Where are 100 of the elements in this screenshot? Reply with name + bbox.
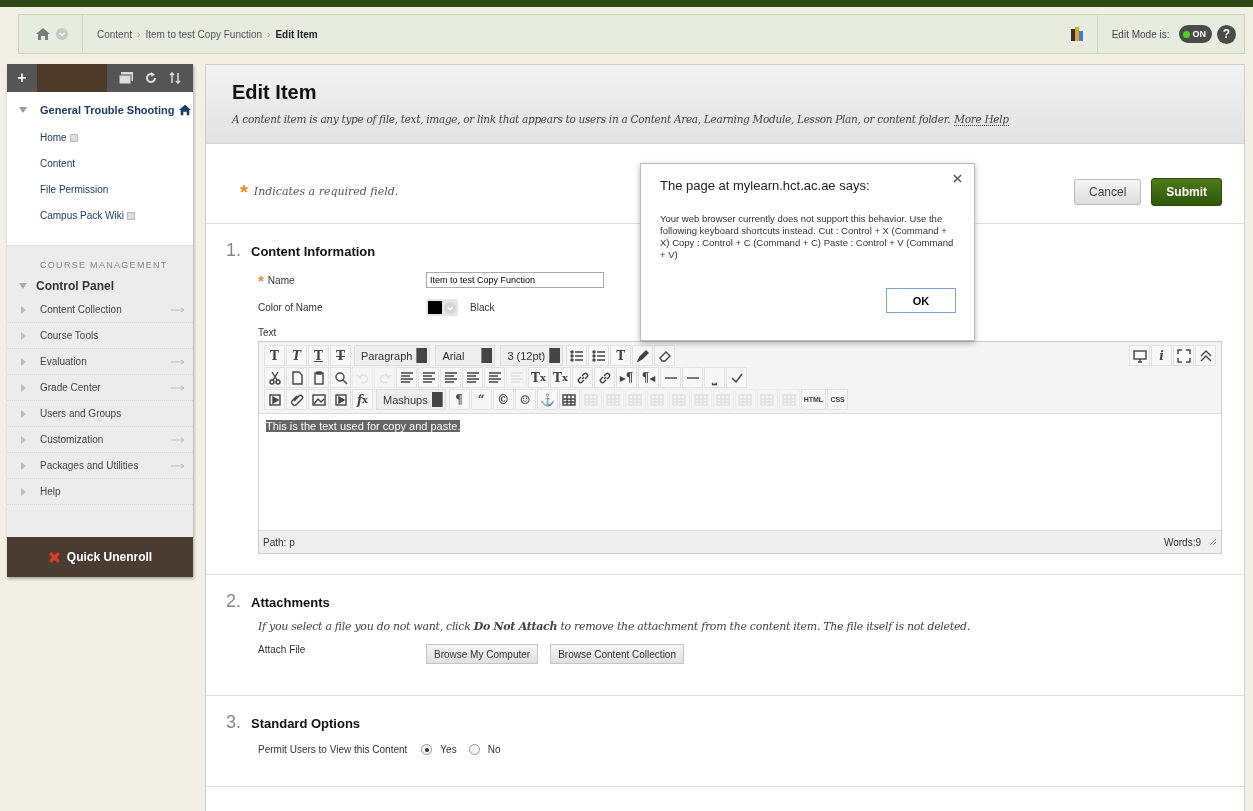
close-icon <box>47 550 61 564</box>
window-icon[interactable] <box>119 72 133 84</box>
dropdown-select[interactable]: Arial <box>435 345 496 366</box>
breadcrumb-link[interactable]: Item to test Copy Function <box>145 28 263 40</box>
format-button[interactable]: “ <box>470 389 492 410</box>
toolbar-button[interactable] <box>418 367 439 388</box>
toolbar-button[interactable] <box>682 367 703 388</box>
word-count: Words:9 <box>1163 536 1201 548</box>
format-button[interactable]: ⎵ <box>704 367 725 388</box>
lines-icon <box>487 370 502 385</box>
course-menu-link[interactable]: File Permission <box>40 184 109 195</box>
section-title: Standard Options <box>251 716 361 731</box>
toolbar-button[interactable] <box>286 389 307 410</box>
control-panel-link[interactable]: Users and Groups <box>40 408 185 419</box>
toolbar-button[interactable] <box>1195 345 1216 366</box>
toolbar-button[interactable] <box>484 367 505 388</box>
toolbar-button[interactable] <box>264 367 285 388</box>
resize-handle-icon[interactable] <box>1209 538 1217 546</box>
format-button[interactable]: ☺ <box>514 389 536 410</box>
attachment-note: If you select a file you do not want, click Do Not Attach to remove the attachment from the content item. The file itself is not deleted. <box>257 620 972 633</box>
ok-button[interactable]: OK <box>886 288 956 313</box>
radio-button[interactable] <box>468 744 480 755</box>
radio-label: No <box>487 744 501 755</box>
color-picker[interactable] <box>426 299 458 316</box>
toolbar-button[interactable] <box>654 345 676 366</box>
toolbar-button[interactable] <box>594 367 615 388</box>
toolbar-button[interactable] <box>286 367 307 388</box>
course-title[interactable]: General Trouble Shooting <box>40 104 175 116</box>
toolbar-button[interactable] <box>462 367 483 388</box>
browse-button[interactable]: Browse My Computer <box>426 644 539 664</box>
toolbar-button[interactable] <box>308 367 329 388</box>
toolbar-button[interactable] <box>440 367 461 388</box>
toolbar-button[interactable] <box>726 367 747 388</box>
toolbar-button[interactable] <box>572 367 593 388</box>
toolbar-button[interactable] <box>566 345 588 366</box>
toolbar-button[interactable] <box>308 389 329 410</box>
control-panel-link[interactable]: Grade Center <box>40 382 171 393</box>
page-title: Edit Item <box>232 81 318 104</box>
dropdown-select[interactable]: Paragraph <box>354 345 431 366</box>
toolbar-button[interactable] <box>632 345 654 366</box>
toolbar-button[interactable] <box>660 367 681 388</box>
sort-icon[interactable] <box>169 72 181 84</box>
close-icon[interactable] <box>953 174 962 183</box>
format-button[interactable]: ¶ <box>448 389 470 410</box>
quick-unenroll-button[interactable]: Quick Unenroll <box>7 537 193 577</box>
control-panel-link[interactable]: Customization <box>40 434 171 445</box>
control-panel-link[interactable]: Evaluation <box>40 356 171 367</box>
more-help-link[interactable]: More Help <box>954 113 1009 126</box>
course-menu-link[interactable]: Home <box>40 132 67 143</box>
field-label: Attach File <box>258 644 306 655</box>
refresh-icon[interactable] <box>145 72 157 84</box>
toolbar-button[interactable] <box>1129 345 1150 366</box>
format-button[interactable]: T <box>308 345 329 366</box>
toolbar-button[interactable] <box>1173 345 1194 366</box>
home-icon[interactable] <box>35 27 51 41</box>
radio-label: Yes <box>440 744 457 755</box>
control-panel-link[interactable]: Packages and Utilities <box>40 460 171 471</box>
toolbar-button[interactable] <box>264 389 285 410</box>
toolbar-button[interactable] <box>396 367 417 388</box>
dropdown-select[interactable]: 3 (12pt) <box>500 345 564 366</box>
info-button[interactable]: i <box>1151 345 1172 366</box>
toolbar-button[interactable] <box>558 389 580 410</box>
control-panel-link[interactable]: Help <box>40 486 185 497</box>
required-field-note: Indicates a required field. <box>253 185 399 198</box>
format-button[interactable]: T <box>286 345 307 366</box>
help-button[interactable]: ? <box>1217 24 1236 44</box>
format-button[interactable]: ¶◂ <box>638 367 659 388</box>
course-menu-link[interactable]: Content <box>40 158 76 169</box>
radio-button[interactable] <box>421 744 433 755</box>
format-button[interactable]: T <box>330 345 351 366</box>
cancel-button[interactable]: Cancel <box>1073 178 1142 205</box>
clip-icon <box>289 392 304 407</box>
format-button[interactable]: ▸¶ <box>616 367 637 388</box>
name-input-field[interactable]: Item to test Copy Function <box>426 272 604 288</box>
breadcrumb-link[interactable]: Content <box>97 28 133 40</box>
control-panel-link[interactable]: Course Tools <box>40 330 185 341</box>
toolbar-button[interactable] <box>330 367 351 388</box>
toolbar-button[interactable] <box>588 345 610 366</box>
dropdown-select[interactable]: Mashups <box>376 389 446 410</box>
control-panel-link[interactable]: Content Collection <box>40 304 171 315</box>
play-icon <box>267 392 282 407</box>
submit-button[interactable]: Submit <box>1151 177 1222 206</box>
browse-button[interactable]: Browse Content Collection <box>550 644 684 664</box>
course-banner-placeholder <box>37 64 107 92</box>
toolbar-button[interactable] <box>330 389 351 410</box>
monitor-icon <box>1132 348 1147 363</box>
edit-mode-toggle[interactable]: ON <box>1178 25 1212 43</box>
format-button[interactable]: T <box>610 345 632 366</box>
table-icon <box>562 392 577 407</box>
section-title: Attachments <box>251 595 330 610</box>
field-label: Color of Name <box>258 302 323 313</box>
course-menu-link[interactable]: Campus Pack Wiki <box>40 210 124 221</box>
control-panel-title[interactable]: Control Panel <box>36 279 114 293</box>
add-menu-item-button[interactable]: + <box>7 64 37 92</box>
format-button[interactable]: © <box>492 389 514 410</box>
expand-arrow-icon[interactable] <box>19 107 27 113</box>
field-label: Permit Users to View this Content <box>258 744 408 755</box>
format-button[interactable]: T <box>264 345 285 366</box>
format-button[interactable]: ⚓ <box>536 389 558 410</box>
page-icon <box>289 370 304 385</box>
